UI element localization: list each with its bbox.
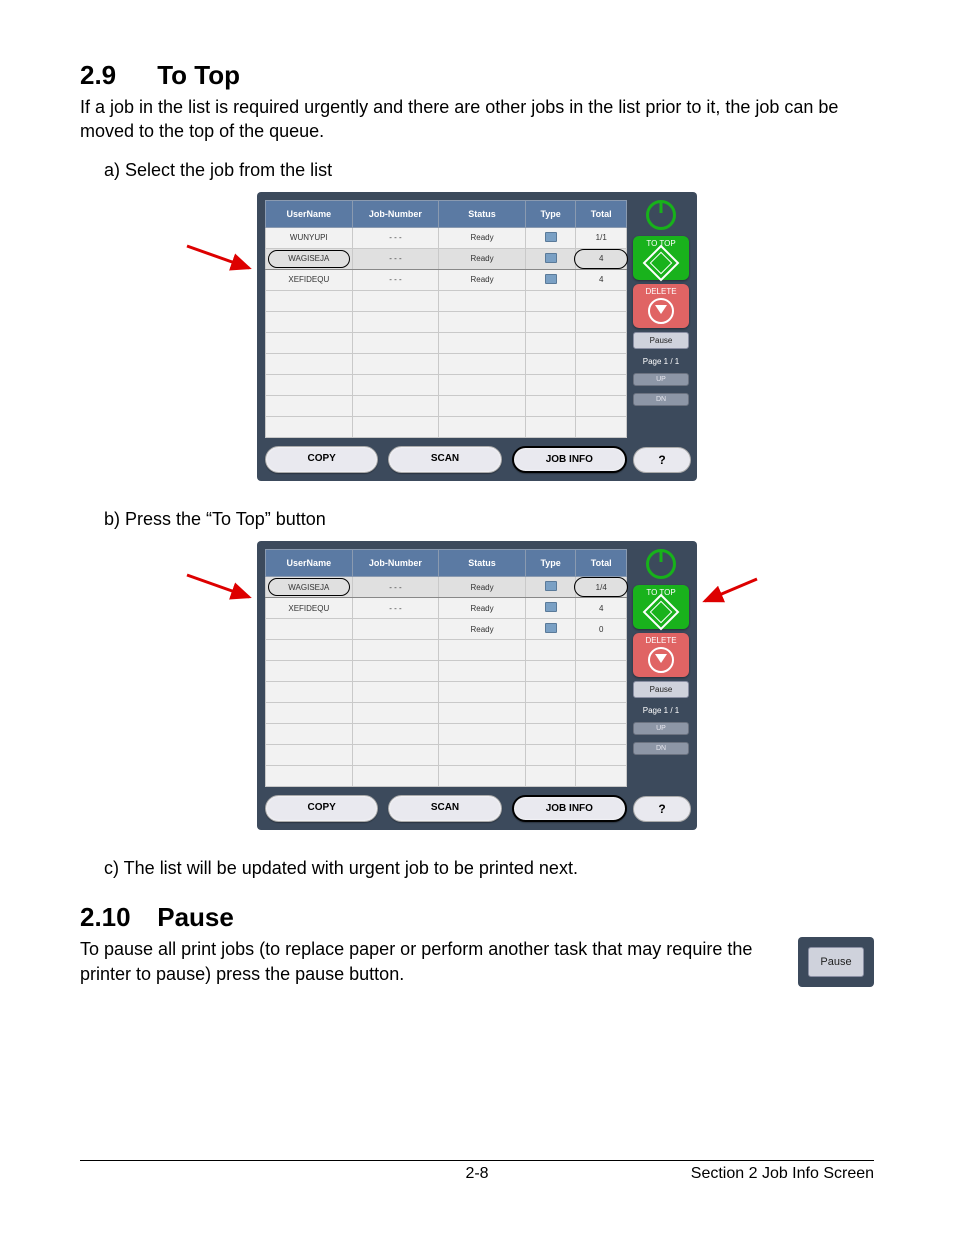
table-row[interactable]: WAGISEJA- - -Ready4 — [266, 248, 627, 269]
table-row[interactable] — [266, 640, 627, 661]
col-total: Total — [576, 200, 627, 227]
body-2-10: To pause all print jobs (to replace pape… — [80, 937, 762, 986]
table-row[interactable] — [266, 661, 627, 682]
table-row[interactable]: WUNYUPI- - -Ready1/1 — [266, 227, 627, 248]
page-footer: 2-8 Section 2 Job Info Screen — [80, 1160, 874, 1183]
table-row[interactable] — [266, 332, 627, 353]
table-row[interactable] — [266, 416, 627, 437]
job-table: UserName Job-Number Status Type Total WU… — [265, 200, 627, 438]
col-type: Type — [525, 550, 576, 577]
pause-button[interactable]: Pause — [808, 947, 864, 977]
step-a: a) Select the job from the list — [104, 158, 874, 182]
scan-button[interactable]: SCAN — [388, 446, 501, 473]
page-indicator: Page 1 / 1 — [633, 706, 689, 715]
copy-button[interactable]: COPY — [265, 795, 378, 822]
heading-2-10: 2.10 Pause — [80, 902, 874, 933]
col-total: Total — [576, 550, 627, 577]
col-username: UserName — [266, 550, 353, 577]
printer-icon — [545, 602, 557, 612]
printer-icon — [545, 581, 557, 591]
col-type: Type — [525, 200, 576, 227]
col-username: UserName — [266, 200, 353, 227]
arrow-select-row — [187, 246, 257, 276]
table-row[interactable] — [266, 374, 627, 395]
copy-button[interactable]: COPY — [265, 446, 378, 473]
to-top-button[interactable]: TO TOP — [633, 236, 689, 280]
pause-button[interactable]: Pause — [633, 332, 689, 349]
arrow-to-top-button — [699, 579, 759, 609]
col-status: Status — [439, 550, 526, 577]
table-row[interactable] — [266, 724, 627, 745]
intro-2-9: If a job in the list is required urgentl… — [80, 95, 874, 144]
screenshot-1: UserName Job-Number Status Type Total WU… — [257, 192, 697, 481]
to-top-button[interactable]: TO TOP — [633, 585, 689, 629]
table-row[interactable] — [266, 682, 627, 703]
screenshot-2: UserName Job-Number Status Type Total WA… — [257, 541, 697, 830]
printer-icon — [545, 274, 557, 284]
page-down-button[interactable]: DN — [633, 742, 689, 755]
scan-button[interactable]: SCAN — [388, 795, 501, 822]
table-row[interactable] — [266, 703, 627, 724]
page-indicator: Page 1 / 1 — [633, 357, 689, 366]
help-button[interactable]: ? — [633, 447, 691, 473]
page-up-button[interactable]: UP — [633, 722, 689, 735]
table-row[interactable]: XEFIDEQU- - -Ready4 — [266, 598, 627, 619]
arrow-top-row — [187, 575, 257, 605]
table-row[interactable]: XEFIDEQU- - -Ready4 — [266, 269, 627, 290]
table-row[interactable] — [266, 745, 627, 766]
pause-inset: Pause — [798, 937, 874, 987]
jobinfo-button[interactable]: JOB INFO — [512, 446, 627, 473]
footer-page: 2-8 — [345, 1165, 610, 1183]
printer-icon — [545, 232, 557, 242]
delete-button[interactable]: DELETE — [633, 633, 689, 677]
delete-button[interactable]: DELETE — [633, 284, 689, 328]
col-jobnumber: Job-Number — [352, 200, 439, 227]
table-row[interactable]: WAGISEJA- - -Ready1/4 — [266, 577, 627, 598]
page-up-button[interactable]: UP — [633, 373, 689, 386]
heading-2-9: 2.9 To Top — [80, 60, 874, 91]
printer-icon — [545, 253, 557, 263]
col-jobnumber: Job-Number — [352, 550, 439, 577]
col-status: Status — [439, 200, 526, 227]
table-row[interactable] — [266, 290, 627, 311]
table-row[interactable] — [266, 766, 627, 787]
step-c: c) The list will be updated with urgent … — [104, 856, 874, 880]
table-row[interactable] — [266, 353, 627, 374]
help-button[interactable]: ? — [633, 796, 691, 822]
printer-icon — [545, 623, 557, 633]
table-row[interactable] — [266, 311, 627, 332]
step-b: b) Press the “To Top” button — [104, 507, 874, 531]
power-icon — [633, 200, 689, 232]
job-table: UserName Job-Number Status Type Total WA… — [265, 549, 627, 787]
power-icon — [633, 549, 689, 581]
pause-button[interactable]: Pause — [633, 681, 689, 698]
jobinfo-button[interactable]: JOB INFO — [512, 795, 627, 822]
footer-section: Section 2 Job Info Screen — [609, 1165, 874, 1183]
page-down-button[interactable]: DN — [633, 393, 689, 406]
table-row[interactable] — [266, 395, 627, 416]
table-row[interactable]: Ready0 — [266, 619, 627, 640]
